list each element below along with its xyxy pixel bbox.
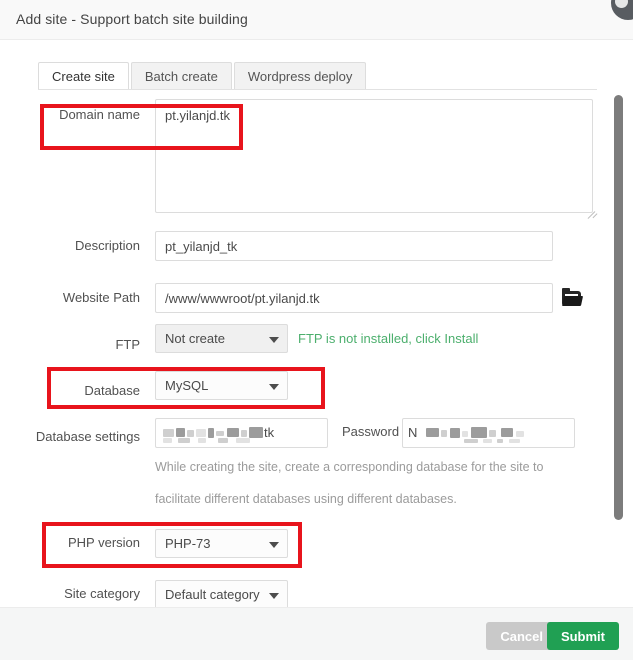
chevron-down-icon [269, 336, 279, 343]
site-category-label: Site category [64, 586, 140, 601]
tab-create-site[interactable]: Create site [38, 62, 129, 90]
database-help-line-2: facilitate different databases using dif… [155, 492, 457, 506]
php-version-select[interactable]: PHP-73 [155, 529, 288, 558]
add-site-dialog: Add site - Support batch site building C… [0, 0, 633, 660]
dialog-title: Add site - Support batch site building [16, 11, 248, 27]
database-password-visible-head: N [408, 425, 418, 440]
tab-wordpress-deploy-label: Wordpress deploy [247, 69, 353, 84]
domain-name-input[interactable] [155, 99, 593, 213]
tab-batch-create[interactable]: Batch create [130, 62, 232, 90]
chevron-down-icon [269, 383, 279, 390]
folder-icon[interactable] [561, 288, 584, 306]
ftp-select[interactable]: Not create [155, 324, 288, 353]
database-name-input[interactable]: tk [155, 418, 328, 448]
description-input[interactable] [155, 231, 553, 261]
database-label: Database [84, 383, 140, 398]
php-version-select-value: PHP-73 [165, 536, 211, 551]
database-help-line-1: While creating the site, create a corres… [155, 460, 544, 474]
site-category-select[interactable]: Default category [155, 580, 288, 607]
tab-underline [38, 89, 597, 90]
database-name-redaction [156, 419, 329, 447]
domain-name-label: Domain name [59, 107, 140, 122]
close-icon[interactable] [611, 0, 633, 20]
form-scroll-area: Domain name Description Website Path [0, 91, 633, 607]
submit-button[interactable]: Submit [546, 622, 619, 650]
chevron-down-icon [269, 541, 279, 548]
database-password-redaction [421, 419, 571, 447]
tab-batch-create-label: Batch create [144, 69, 218, 84]
database-name-visible-tail: tk [264, 425, 275, 440]
database-settings-label: Database settings [35, 429, 140, 444]
database-password-label: Password [342, 424, 400, 439]
website-path-input[interactable] [155, 283, 553, 313]
tab-create-site-label: Create site [52, 69, 115, 84]
dialog-footer: Cancel Submit [0, 607, 633, 660]
tab-wordpress-deploy[interactable]: Wordpress deploy [233, 62, 367, 90]
database-select-value: MySQL [165, 378, 209, 393]
ftp-install-link[interactable]: FTP is not installed, click Install [298, 331, 478, 346]
description-label: Description [74, 238, 140, 253]
ftp-label: FTP [115, 337, 140, 352]
ftp-select-value: Not create [165, 331, 225, 346]
chevron-down-icon [269, 592, 279, 599]
tab-bar: Create site Batch create Wordpress deplo… [38, 62, 368, 90]
database-select[interactable]: MySQL [155, 371, 288, 400]
scrollbar-thumb[interactable] [614, 95, 623, 520]
site-category-select-value: Default category [165, 587, 260, 602]
website-path-label: Website Path [62, 290, 140, 305]
php-version-label: PHP version [67, 535, 140, 550]
database-password-input[interactable]: N [402, 418, 575, 448]
dialog-titlebar: Add site - Support batch site building [0, 0, 633, 40]
